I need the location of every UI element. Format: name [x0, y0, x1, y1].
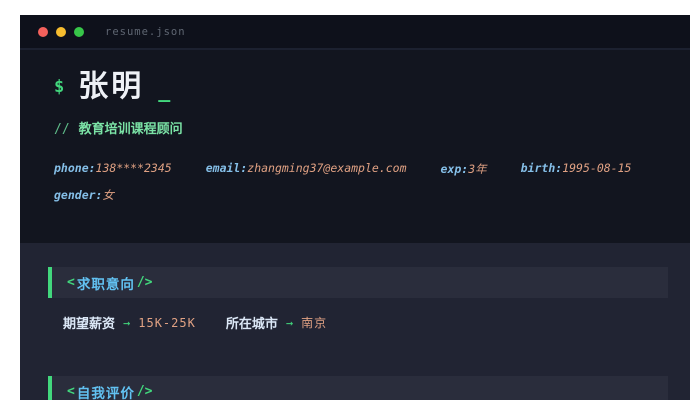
comment-prefix: // [54, 122, 70, 137]
window-title: resume.json [105, 25, 186, 38]
section-header-job-intent: < 求职意向/> [48, 267, 668, 298]
shell-prompt-icon: $ [54, 77, 65, 97]
terminal-cursor-icon: _ [158, 78, 171, 102]
terminal-window: resume.json $ 张明 _ // 教育培训课程顾问 phone:138*… [20, 15, 690, 400]
minimize-button-icon[interactable] [56, 26, 66, 37]
arrow-icon: → [285, 315, 294, 330]
contact-field-gender: gender:女 [54, 188, 114, 202]
contact-line-2: gender:女 [54, 187, 650, 203]
job-title: 教育培训课程顾问 [78, 121, 183, 136]
arrow-icon: → [123, 315, 131, 330]
open-bracket: < [67, 384, 75, 399]
name-row: $ 张明 _ [54, 72, 650, 102]
target-city: 所在城市 → 南京 [225, 315, 328, 332]
page: resume.json $ 张明 _ // 教育培训课程顾问 phone:138*… [0, 0, 700, 400]
candidate-name: 张明 [78, 70, 145, 103]
expected-salary: 期望薪资 → 15K-25K [63, 315, 196, 332]
contact-field-email: email:zhangming37@example.com [205, 161, 407, 175]
contact-line-1: phone:138****2345 email:zhangming37@exam… [54, 161, 650, 177]
close-bracket: /> [136, 384, 153, 399]
zoom-button-icon[interactable] [74, 26, 84, 37]
contact-info: phone:138****2345 email:zhangming37@exam… [54, 161, 650, 203]
title-bar: resume.json [20, 15, 690, 50]
close-bracket: /> [136, 275, 153, 290]
close-button-icon[interactable] [38, 26, 48, 37]
contact-field-phone: phone:138****2345 [54, 161, 172, 175]
open-bracket: < [67, 275, 75, 290]
job-title-comment: // 教育培训课程顾问 [54, 118, 650, 137]
section-title: 求职意向 [76, 276, 135, 292]
job-intent-row: 期望薪资 → 15K-25K 所在城市 → 南京 [63, 313, 668, 332]
resume-body: < 求职意向/> 期望薪资 → 15K-25K 所在城市 → 南京 < 自我评价/> [20, 243, 690, 400]
contact-field-birth: birth:1995-08-15 [520, 161, 632, 175]
section-title: 自我评价 [76, 385, 135, 400]
section-header-self-evaluation: < 自我评价/> [48, 376, 668, 400]
hero-section: $ 张明 _ // 教育培训课程顾问 phone:138****2345 emai… [20, 50, 690, 243]
contact-field-exp: exp:3年 [440, 162, 487, 176]
